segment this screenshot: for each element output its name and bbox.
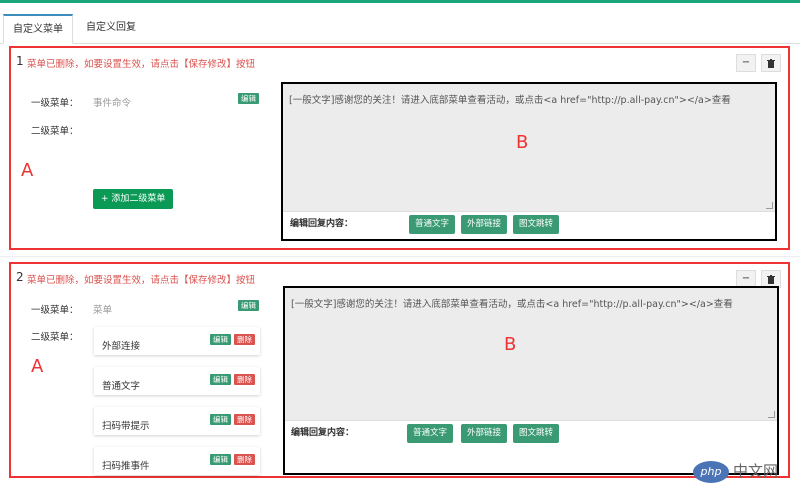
- annotation-a: A: [21, 160, 34, 181]
- reply-textarea[interactable]: [一般文字]感谢您的关注！请进入底部菜单查看活动，或点击<a href="htt…: [285, 288, 777, 421]
- deleted-notice: 菜单已删除，如要设置生效，请点击【保存修改】按钮: [27, 59, 256, 70]
- annotation-b: B: [516, 132, 529, 153]
- menu-group-1: 1 菜单已删除，如要设置生效，请点击【保存修改】按钮 − 一级菜单： 事件命令 …: [9, 46, 790, 250]
- submenu-edit-button[interactable]: 编辑: [210, 334, 231, 345]
- deleted-notice: 菜单已删除，如要设置生效，请点击【保存修改】按钮: [27, 275, 256, 286]
- resize-handle[interactable]: [766, 202, 773, 209]
- level1-value: 菜单: [93, 305, 113, 316]
- trash-icon: [767, 59, 775, 68]
- plain-text-button[interactable]: 普通文字: [407, 424, 454, 443]
- annotation-a: A: [31, 356, 44, 377]
- delete-group-button[interactable]: [761, 54, 781, 72]
- level1-label: 一级菜单：: [31, 305, 79, 316]
- rich-media-button[interactable]: 图文跳转: [513, 215, 560, 234]
- level2-label: 二级菜单：: [31, 126, 79, 137]
- level1-edit-button[interactable]: 编辑: [238, 300, 259, 311]
- reply-panel: [一般文字]感谢您的关注！请进入底部菜单查看活动，或点击<a href="htt…: [283, 286, 779, 475]
- plain-text-button[interactable]: 普通文字: [409, 215, 456, 234]
- group-number: 2: [16, 270, 24, 284]
- watermark: php 中文网: [693, 455, 797, 485]
- reply-edit-label: 编辑回复内容：: [290, 219, 354, 229]
- group-number: 1: [16, 54, 24, 68]
- submenu-label: 扫码带提示: [102, 421, 150, 432]
- submenu-delete-button[interactable]: 删除: [234, 334, 255, 345]
- tab-custom-reply[interactable]: 自定义回复: [86, 14, 146, 42]
- reply-textarea[interactable]: [一般文字]感谢您的关注！请进入底部菜单查看活动，或点击<a href="htt…: [283, 84, 775, 212]
- collapse-button[interactable]: −: [736, 54, 756, 72]
- submenu-edit-button[interactable]: 编辑: [210, 414, 231, 425]
- submenu-label: 扫码推事件: [102, 461, 150, 472]
- group-separator: [0, 256, 800, 257]
- resize-handle[interactable]: [768, 411, 775, 418]
- submenu-delete-button[interactable]: 删除: [234, 414, 255, 425]
- php-logo: php: [693, 461, 729, 483]
- submenu-item[interactable]: 普通文字 编辑 删除: [94, 367, 260, 395]
- tab-custom-menu[interactable]: 自定义菜单: [3, 14, 73, 44]
- level1-edit-button[interactable]: 编辑: [238, 93, 259, 104]
- submenu-label: 外部连接: [102, 341, 141, 352]
- level2-label: 二级菜单：: [31, 332, 79, 343]
- reply-text: [一般文字]感谢您的关注！请进入底部菜单查看活动，或点击<a href="htt…: [291, 299, 733, 310]
- submenu-item[interactable]: 外部连接 编辑 删除: [94, 327, 260, 355]
- rich-media-button[interactable]: 图文跳转: [513, 424, 560, 443]
- top-accent-bar: [0, 0, 800, 3]
- reply-panel: [一般文字]感谢您的关注！请进入底部菜单查看活动，或点击<a href="htt…: [281, 82, 777, 241]
- submenu-item[interactable]: 扫码推事件 编辑 删除: [94, 447, 260, 475]
- level1-label: 一级菜单：: [31, 98, 79, 109]
- watermark-text: 中文网: [733, 462, 779, 480]
- add-submenu-button[interactable]: + 添加二级菜单: [93, 189, 174, 209]
- menu-group-2: 2 菜单已删除，如要设置生效，请点击【保存修改】按钮 − 一级菜单： 菜单 编辑…: [9, 262, 790, 478]
- annotation-b: B: [504, 334, 517, 355]
- submenu-edit-button[interactable]: 编辑: [210, 374, 231, 385]
- submenu-edit-button[interactable]: 编辑: [210, 454, 231, 465]
- reply-text: [一般文字]感谢您的关注！请进入底部菜单查看活动，或点击<a href="htt…: [289, 95, 731, 106]
- submenu-label: 普通文字: [102, 381, 141, 392]
- external-link-button[interactable]: 外部链接: [461, 215, 508, 234]
- level1-value: 事件命令: [93, 98, 132, 109]
- external-link-button[interactable]: 外部链接: [461, 424, 508, 443]
- tab-bar: 自定义菜单 自定义回复: [0, 14, 800, 44]
- trash-icon: [767, 275, 775, 284]
- submenu-delete-button[interactable]: 删除: [234, 374, 255, 385]
- submenu-delete-button[interactable]: 删除: [234, 454, 255, 465]
- submenu-item[interactable]: 扫码带提示 编辑 删除: [94, 407, 260, 435]
- reply-edit-label: 编辑回复内容：: [291, 428, 355, 438]
